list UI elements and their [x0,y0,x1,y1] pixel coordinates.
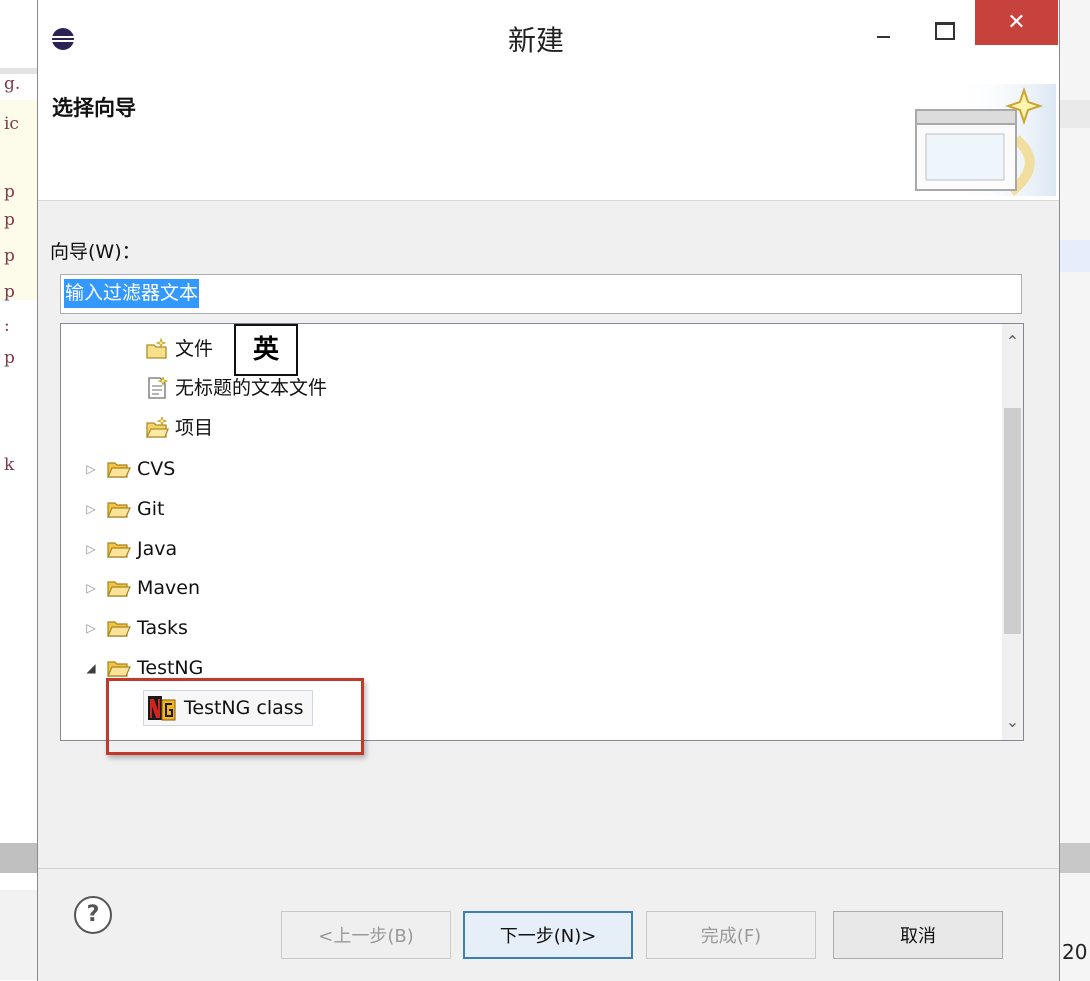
tree-item-label: Git [137,497,165,520]
scroll-down-arrow-icon[interactable]: ⌄ [1002,704,1023,740]
new-wizard-dialog: 新建 ✕ 选择向导 向导(W)： 输入过滤器文本 文件 无标题的文本文件 项目 … [37,0,1060,981]
tree-folder-cvs[interactable]: ▷ CVS [81,451,175,487]
footer-divider [38,868,1059,869]
cancel-button[interactable]: 取消 [833,911,1003,959]
back-button[interactable]: <上一步(B) [281,911,451,959]
tree-folder-git[interactable]: ▷ Git [81,491,164,527]
scroll-up-arrow-icon[interactable]: ⌃ [1002,324,1023,360]
background-code-fragment: p [4,348,15,368]
filter-selected-text: 输入过滤器文本 [64,279,200,308]
background-code-fragment: g. [4,74,21,94]
eclipse-app-icon [52,28,74,50]
folder-icon [107,621,131,637]
folder-icon [107,581,131,597]
title-bar[interactable]: 新建 ✕ [38,0,1059,72]
tree-folder-java[interactable]: ▷ Java [81,531,177,567]
tree-item-project[interactable]: 项目 [145,410,213,446]
new-project-icon [145,417,169,438]
expand-arrow-icon[interactable]: ▷ [81,621,101,635]
new-file-icon [146,338,167,359]
tree-item-label: Tasks [137,616,188,639]
tree-item-testng-class[interactable]: TestNG class [143,690,313,726]
tree-item-label: 无标题的文本文件 [175,376,328,399]
wizard-tree[interactable]: 文件 无标题的文本文件 项目 ▷ CVS ▷ Git ▷ Java ▷ Mave… [60,323,1024,741]
wizard-filter-input[interactable] [60,274,1022,314]
background-code-fragment: p [4,210,15,230]
tree-item-file[interactable]: 文件 [145,331,213,367]
wizard-header: 选择向导 [38,72,1059,201]
tree-item-label: Maven [137,576,201,599]
tree-folder-tasks[interactable]: ▷ Tasks [81,610,188,646]
window-title: 新建 [508,24,565,57]
background-code-fragment: p [4,282,15,302]
tree-item-label: 文件 [175,337,214,360]
ime-indicator: 英 [234,324,298,376]
background-code-fragment: p [4,246,15,266]
tree-item-label: Java [137,537,178,560]
testng-icon [148,696,176,721]
wizards-label: 向导(W)： [50,241,141,263]
scrollbar-thumb[interactable] [1004,408,1021,634]
folder-icon [107,542,131,558]
collapse-arrow-icon[interactable]: ◢ [81,661,101,675]
finish-button[interactable]: 完成(F) [646,911,816,959]
page-title: 选择向导 [52,96,136,120]
text-file-icon [148,377,169,399]
help-icon[interactable]: ? [74,896,112,934]
tree-item-label: TestNG [137,656,204,679]
new-wizard-banner-icon [915,84,1056,196]
background-editor-left: g. ic p p p p : p k [0,0,37,981]
tree-vertical-scrollbar[interactable]: ⌃ ⌄ [1002,324,1023,740]
next-button[interactable]: 下一步(N)> [463,911,633,959]
background-code-fragment: ic [4,114,19,134]
folder-icon [107,462,131,478]
tree-folder-maven[interactable]: ▷ Maven [81,570,200,606]
minimize-button[interactable] [867,17,897,47]
background-text-fragment: 20 [1062,940,1088,964]
close-button[interactable]: ✕ [975,0,1058,45]
background-code-fragment: : [4,316,10,336]
tree-item-label: TestNG class [184,696,304,719]
maximize-button[interactable] [927,14,961,48]
tree-item-label: 项目 [175,416,214,439]
background-code-fragment: k [4,455,15,475]
expand-arrow-icon[interactable]: ▷ [81,462,101,476]
expand-arrow-icon[interactable]: ▷ [81,581,101,595]
expand-arrow-icon[interactable]: ▷ [81,542,101,556]
folder-icon [107,502,131,518]
tree-item-label: CVS [137,457,176,480]
background-code-fragment: p [4,182,15,202]
tree-folder-testng[interactable]: ◢ TestNG [81,650,203,686]
background-editor-right: 20 [1060,0,1090,981]
folder-open-icon [107,661,131,677]
expand-arrow-icon[interactable]: ▷ [81,502,101,516]
